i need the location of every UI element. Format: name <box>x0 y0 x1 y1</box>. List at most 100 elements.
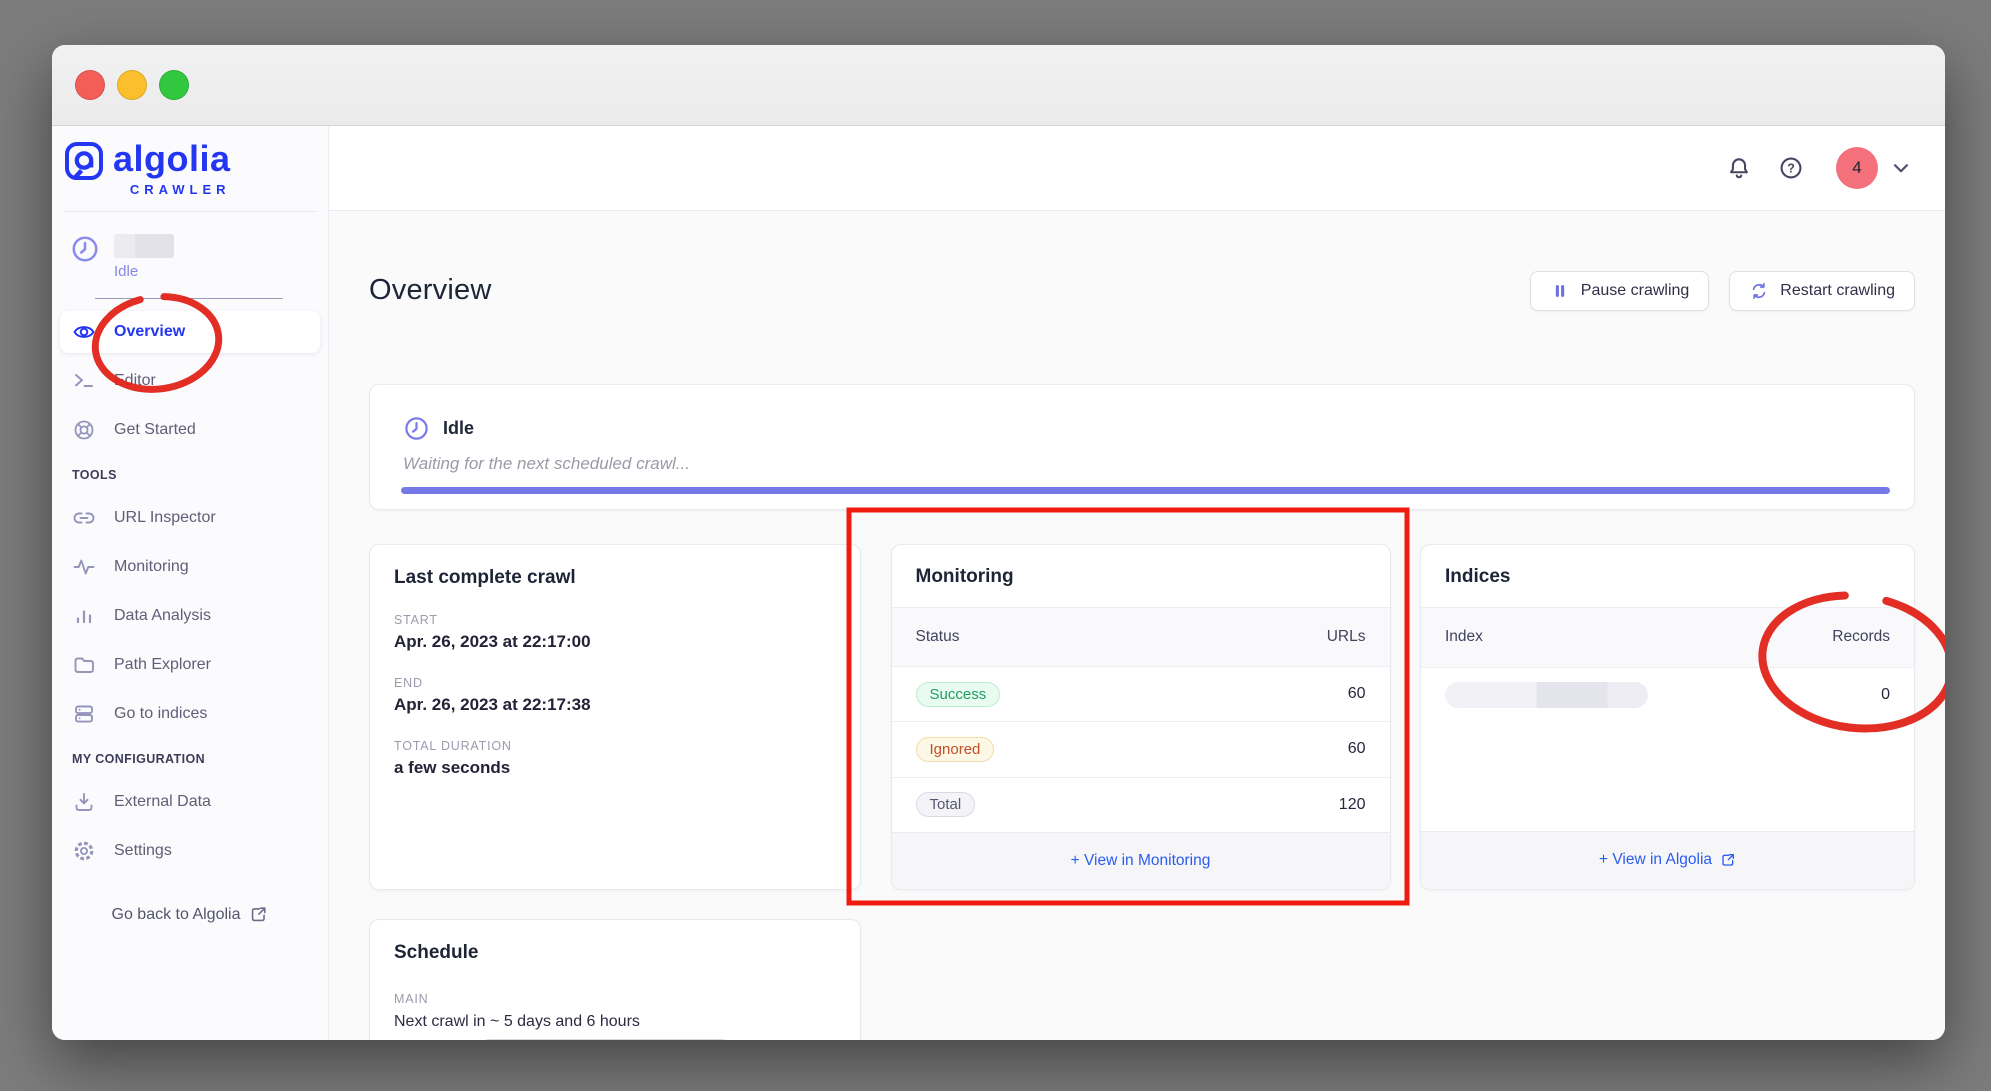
chevron-down-icon[interactable] <box>1890 157 1912 179</box>
content: Overview Pause crawling Restart crawling <box>329 211 1945 1040</box>
pulse-icon <box>72 555 96 579</box>
total-duration-value: a few seconds <box>394 758 836 778</box>
status-badge-total: Total <box>916 792 976 817</box>
eye-icon <box>72 320 96 344</box>
view-in-monitoring-link[interactable]: + View in Monitoring <box>892 832 1390 889</box>
sidebar-item-label: URL Inspector <box>114 509 216 527</box>
total-duration-label: TOTAL DURATION <box>394 739 836 753</box>
table-row: Ignored 60 <box>892 721 1390 776</box>
logo-subtitle: CRAWLER <box>113 182 231 197</box>
sidebar-item-editor[interactable]: Editor <box>60 360 320 402</box>
download-icon <box>72 790 96 814</box>
indices-card: Indices Index Records 0 + View in Algoli… <box>1420 544 1915 890</box>
next-crawl-value: Next crawl in ~ 5 days and 6 hours <box>394 1013 836 1031</box>
crawler-status-message: Waiting for the next scheduled crawl... <box>403 454 1890 474</box>
restart-crawling-button[interactable]: Restart crawling <box>1729 271 1915 311</box>
pause-button-label: Pause crawling <box>1581 282 1690 300</box>
sidebar-item-overview[interactable]: Overview <box>60 311 320 353</box>
go-back-label: Go back to Algolia <box>112 906 241 924</box>
card-title: Last complete crawl <box>394 567 836 589</box>
lifering-icon <box>72 418 96 442</box>
table-header: Index Records <box>1421 607 1914 667</box>
algolia-logo-icon <box>62 139 106 183</box>
start-value: Apr. 26, 2023 at 22:17:00 <box>394 632 836 652</box>
urls-count: 60 <box>1348 685 1366 703</box>
sidebar: algolia CRAWLER Idle Overview <box>52 126 329 1040</box>
sidebar-item-label: Overview <box>114 323 185 341</box>
sidebar-item-data-analysis[interactable]: Data Analysis <box>60 595 320 637</box>
server-icon <box>72 702 96 726</box>
sidebar-item-external-data[interactable]: External Data <box>60 781 320 823</box>
urls-column-header: URLs <box>1327 628 1366 646</box>
sidebar-nav: Overview Editor Get Started TOOLS URL In… <box>52 311 328 872</box>
app-window: algolia CRAWLER Idle Overview <box>52 45 1945 1040</box>
refresh-icon <box>1749 281 1769 301</box>
crawler-status: Idle <box>443 418 474 439</box>
main-schedule-label: MAIN <box>394 992 836 1006</box>
sidebar-item-monitoring[interactable]: Monitoring <box>60 546 320 588</box>
status-badge-ignored: Ignored <box>916 737 995 762</box>
close-button[interactable] <box>75 70 105 100</box>
titlebar <box>52 45 1945 126</box>
sidebar-section-tools: TOOLS <box>72 468 328 482</box>
sidebar-item-label: Settings <box>114 842 172 860</box>
redacted-index-name <box>1445 682 1648 708</box>
pause-crawling-button[interactable]: Pause crawling <box>1530 271 1710 311</box>
notifications-bell-icon[interactable] <box>1726 155 1752 181</box>
clock-icon <box>403 415 430 442</box>
records-column-header: Records <box>1832 628 1890 646</box>
sidebar-item-path-explorer[interactable]: Path Explorer <box>60 644 320 686</box>
urls-count: 120 <box>1339 796 1366 814</box>
bar-chart-icon <box>72 604 96 628</box>
redacted-crawler-name <box>114 234 174 258</box>
crawler-status-card: Idle Waiting for the next scheduled craw… <box>369 384 1915 510</box>
minimize-button[interactable] <box>117 70 147 100</box>
sidebar-item-url-inspector[interactable]: URL Inspector <box>60 497 320 539</box>
sidebar-item-go-to-indices[interactable]: Go to indices <box>60 693 320 735</box>
avatar[interactable]: 4 <box>1836 147 1878 189</box>
link-icon <box>72 506 96 530</box>
crawler-status-label: Idle <box>114 263 174 280</box>
external-link-icon <box>1720 852 1736 868</box>
restart-button-label: Restart crawling <box>1780 282 1895 300</box>
table-row: Success 60 <box>892 666 1390 721</box>
sidebar-item-label: External Data <box>114 793 211 811</box>
sidebar-item-label: Data Analysis <box>114 607 211 625</box>
pause-icon <box>1550 281 1570 301</box>
external-link-icon <box>249 905 268 924</box>
urls-count: 60 <box>1348 740 1366 758</box>
start-label: START <box>394 613 836 627</box>
sidebar-section-my-configuration: MY CONFIGURATION <box>72 752 328 766</box>
crawler-selector[interactable]: Idle <box>52 212 328 280</box>
end-value: Apr. 26, 2023 at 22:17:38 <box>394 695 836 715</box>
page-title: Overview <box>369 274 491 307</box>
view-in-algolia-link[interactable]: + View in Algolia <box>1421 831 1914 889</box>
sidebar-item-settings[interactable]: Settings <box>60 830 320 872</box>
last-complete-crawl-card: Last complete crawl START Apr. 26, 2023 … <box>369 544 861 890</box>
terminal-icon <box>72 369 96 393</box>
topbar: 4 <box>329 126 1945 211</box>
records-count: 0 <box>1881 686 1890 704</box>
divider <box>95 298 283 299</box>
logo: algolia CRAWLER <box>52 126 328 197</box>
go-back-to-algolia-link[interactable]: Go back to Algolia <box>52 905 328 924</box>
table-row: 0 <box>1421 667 1914 723</box>
zoom-button[interactable] <box>159 70 189 100</box>
index-column-header: Index <box>1445 628 1483 646</box>
logo-text: algolia <box>113 139 231 179</box>
table-row: Total 120 <box>892 777 1390 832</box>
schedule-card: Schedule MAIN Next crawl in ~ 5 days and… <box>369 919 861 1040</box>
end-label: END <box>394 676 836 690</box>
crawl-progress-bar <box>401 487 1890 494</box>
schedule-input[interactable] <box>481 1039 730 1040</box>
sidebar-item-get-started[interactable]: Get Started <box>60 409 320 451</box>
sidebar-item-label: Go to indices <box>114 705 207 723</box>
sidebar-item-label: Get Started <box>114 421 196 439</box>
footer-link-label: + View in Monitoring <box>1071 852 1211 870</box>
clock-icon <box>70 234 100 280</box>
status-badge-success: Success <box>916 682 1001 707</box>
help-icon[interactable] <box>1778 155 1804 181</box>
status-column-header: Status <box>916 628 960 646</box>
folder-icon <box>72 653 96 677</box>
table-header: Status URLs <box>892 607 1390 666</box>
